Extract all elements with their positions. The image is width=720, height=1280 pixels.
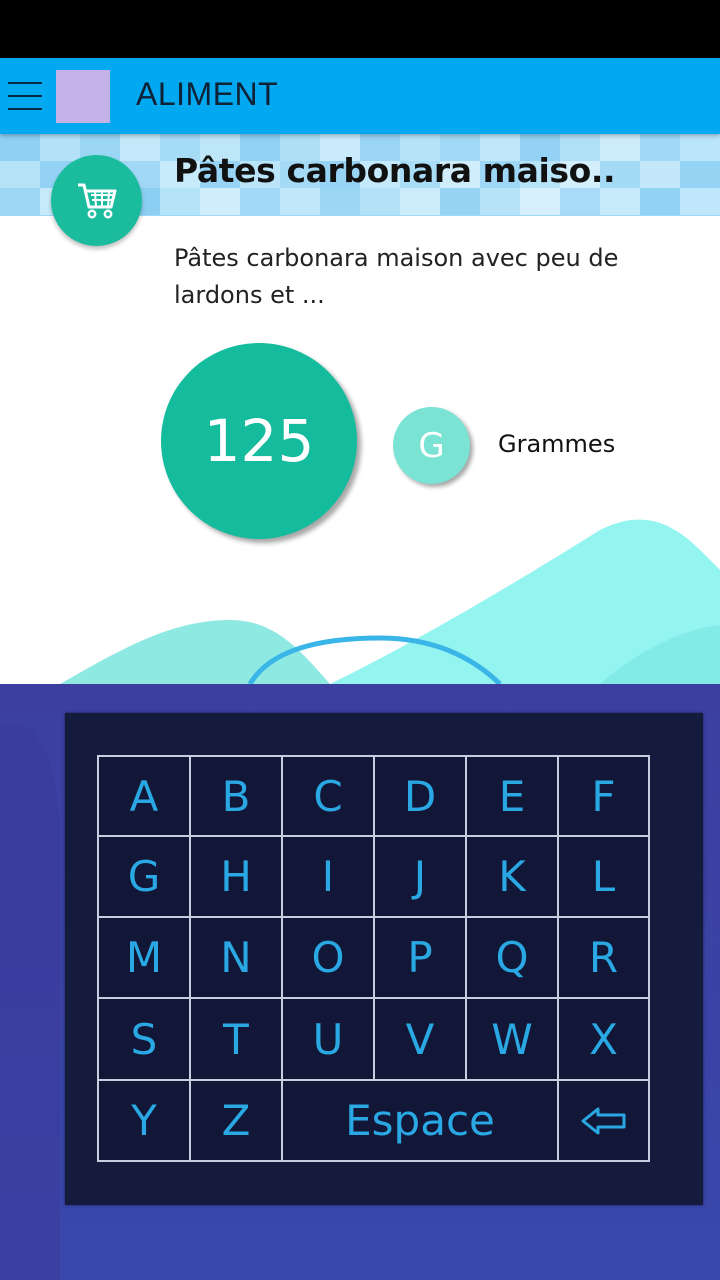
key-a[interactable]: A xyxy=(97,755,191,837)
food-description: Pâtes carbonara maison avec peu de lardo… xyxy=(174,244,619,309)
key-f[interactable]: F xyxy=(557,755,650,837)
key-t[interactable]: T xyxy=(189,997,283,1081)
backspace-key[interactable] xyxy=(557,1079,650,1162)
food-title: Pâtes carbonara maiso.. xyxy=(174,151,616,190)
key-h[interactable]: H xyxy=(189,835,283,918)
key-z[interactable]: Z xyxy=(189,1079,283,1162)
key-v[interactable]: V xyxy=(373,997,467,1081)
food-thumbnail xyxy=(56,70,110,123)
key-i[interactable]: I xyxy=(281,835,375,918)
key-x[interactable]: X xyxy=(557,997,650,1081)
key-r[interactable]: R xyxy=(557,916,650,999)
key-s[interactable]: S xyxy=(97,997,191,1081)
shopping-cart-icon xyxy=(78,183,117,219)
status-bar xyxy=(0,0,720,58)
letter-keyboard: A B C D E F G H I J K L M N O P Q R S T … xyxy=(97,755,650,1162)
key-e[interactable]: E xyxy=(465,755,559,837)
key-y[interactable]: Y xyxy=(97,1079,191,1162)
unit-button[interactable]: G xyxy=(393,407,470,484)
backspace-arrow-icon xyxy=(581,1107,625,1134)
page-title: ALIMENT xyxy=(136,76,279,112)
key-b[interactable]: B xyxy=(189,755,283,837)
cart-button[interactable] xyxy=(51,155,142,246)
unit-letter: G xyxy=(418,425,445,466)
key-k[interactable]: K xyxy=(465,835,559,918)
key-d[interactable]: D xyxy=(373,755,467,837)
key-g[interactable]: G xyxy=(97,835,191,918)
space-key[interactable]: Espace xyxy=(281,1079,559,1162)
menu-icon[interactable] xyxy=(8,82,42,110)
app-bar: ALIMENT xyxy=(0,58,720,134)
key-m[interactable]: M xyxy=(97,916,191,999)
unit-label: Grammes xyxy=(498,430,616,458)
key-j[interactable]: J xyxy=(373,835,467,918)
key-o[interactable]: O xyxy=(281,916,375,999)
key-u[interactable]: U xyxy=(281,997,375,1081)
key-q[interactable]: Q xyxy=(465,916,559,999)
key-c[interactable]: C xyxy=(281,755,375,837)
key-n[interactable]: N xyxy=(189,916,283,999)
key-p[interactable]: P xyxy=(373,916,467,999)
key-w[interactable]: W xyxy=(465,997,559,1081)
mountain-background xyxy=(60,519,720,686)
key-l[interactable]: L xyxy=(557,835,650,918)
quantity-value: 125 xyxy=(203,407,315,475)
